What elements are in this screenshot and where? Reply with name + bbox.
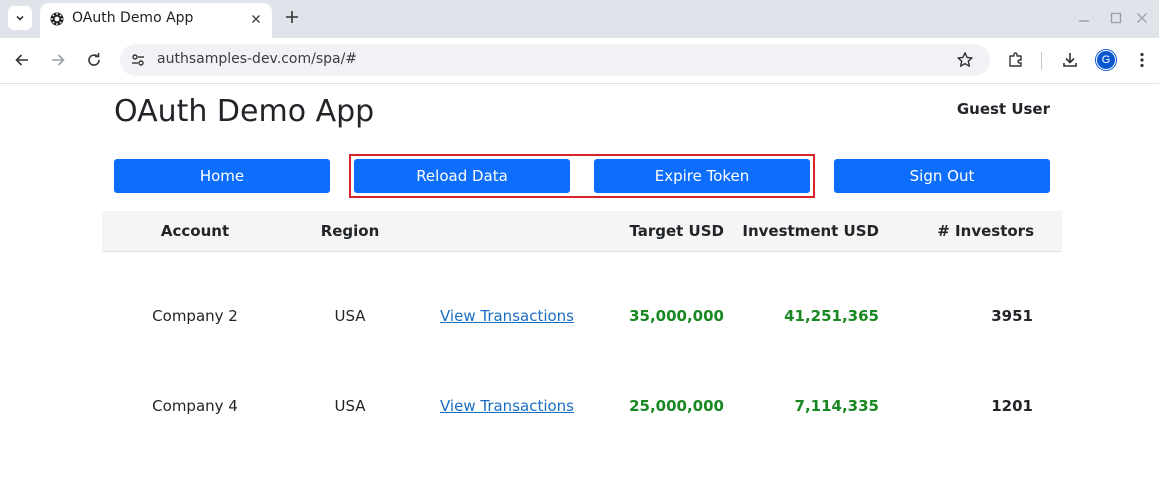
cell-investors: 1201 bbox=[991, 397, 1033, 415]
expire-token-button[interactable]: Expire Token bbox=[594, 159, 810, 193]
reload-data-button[interactable]: Reload Data bbox=[354, 159, 570, 193]
table-row: Company 4 USA View Transactions 25,000,0… bbox=[102, 377, 1062, 437]
user-name: Guest User bbox=[956, 100, 1050, 118]
header-region: Region bbox=[320, 222, 380, 240]
gear-favicon-icon bbox=[50, 12, 64, 26]
cell-investors: 3951 bbox=[991, 307, 1033, 325]
tab-search-button[interactable] bbox=[8, 6, 32, 30]
table-header-row: Account Region Target USD Investment USD… bbox=[102, 211, 1062, 252]
cell-region: USA bbox=[334, 307, 366, 325]
page-title: OAuth Demo App bbox=[114, 94, 375, 129]
site-info-icon[interactable] bbox=[130, 52, 146, 68]
maximize-icon[interactable] bbox=[1108, 10, 1124, 26]
view-transactions-link[interactable]: View Transactions bbox=[440, 307, 574, 325]
minimize-icon[interactable] bbox=[1076, 10, 1092, 26]
header-investors: # Investors bbox=[937, 222, 1034, 240]
table-row: Company 2 USA View Transactions 35,000,0… bbox=[102, 287, 1062, 347]
chevron-down-icon bbox=[16, 15, 24, 21]
back-arrow-icon[interactable] bbox=[12, 50, 32, 70]
cell-target-usd: 35,000,000 bbox=[629, 307, 724, 325]
header-target-usd: Target USD bbox=[629, 222, 724, 240]
profile-avatar[interactable]: G bbox=[1096, 50, 1116, 70]
cell-account: Company 2 bbox=[152, 307, 238, 325]
close-window-icon[interactable] bbox=[1134, 10, 1150, 26]
tab-title: OAuth Demo App bbox=[72, 10, 194, 26]
cell-investment-usd: 41,251,365 bbox=[784, 307, 879, 325]
toolbar-divider bbox=[1041, 52, 1042, 70]
new-tab-plus-icon[interactable] bbox=[283, 8, 301, 26]
view-transactions-link[interactable]: View Transactions bbox=[440, 397, 574, 415]
browser-tab-active[interactable]: OAuth Demo App bbox=[40, 3, 272, 38]
home-button[interactable]: Home bbox=[114, 159, 330, 193]
header-account: Account bbox=[160, 222, 230, 240]
header-investment-usd: Investment USD bbox=[742, 222, 879, 240]
tab-close-icon[interactable] bbox=[248, 11, 264, 27]
sign-out-button[interactable]: Sign Out bbox=[834, 159, 1050, 193]
bookmark-star-icon[interactable] bbox=[956, 51, 974, 69]
url-text[interactable]: authsamples-dev.com/spa/# bbox=[157, 51, 357, 67]
forward-arrow-icon[interactable] bbox=[48, 50, 68, 70]
more-menu-icon[interactable] bbox=[1132, 50, 1152, 70]
reload-icon[interactable] bbox=[84, 50, 104, 70]
cell-account: Company 4 bbox=[152, 397, 238, 415]
download-icon[interactable] bbox=[1060, 50, 1080, 70]
cell-investment-usd: 7,114,335 bbox=[794, 397, 879, 415]
address-bar[interactable]: authsamples-dev.com/spa/# bbox=[120, 44, 990, 76]
extensions-puzzle-icon[interactable] bbox=[1006, 50, 1026, 70]
cell-target-usd: 25,000,000 bbox=[629, 397, 724, 415]
cell-region: USA bbox=[334, 397, 366, 415]
browser-tab-strip: OAuth Demo App bbox=[0, 0, 1159, 38]
browser-toolbar: authsamples-dev.com/spa/# G bbox=[0, 38, 1159, 84]
